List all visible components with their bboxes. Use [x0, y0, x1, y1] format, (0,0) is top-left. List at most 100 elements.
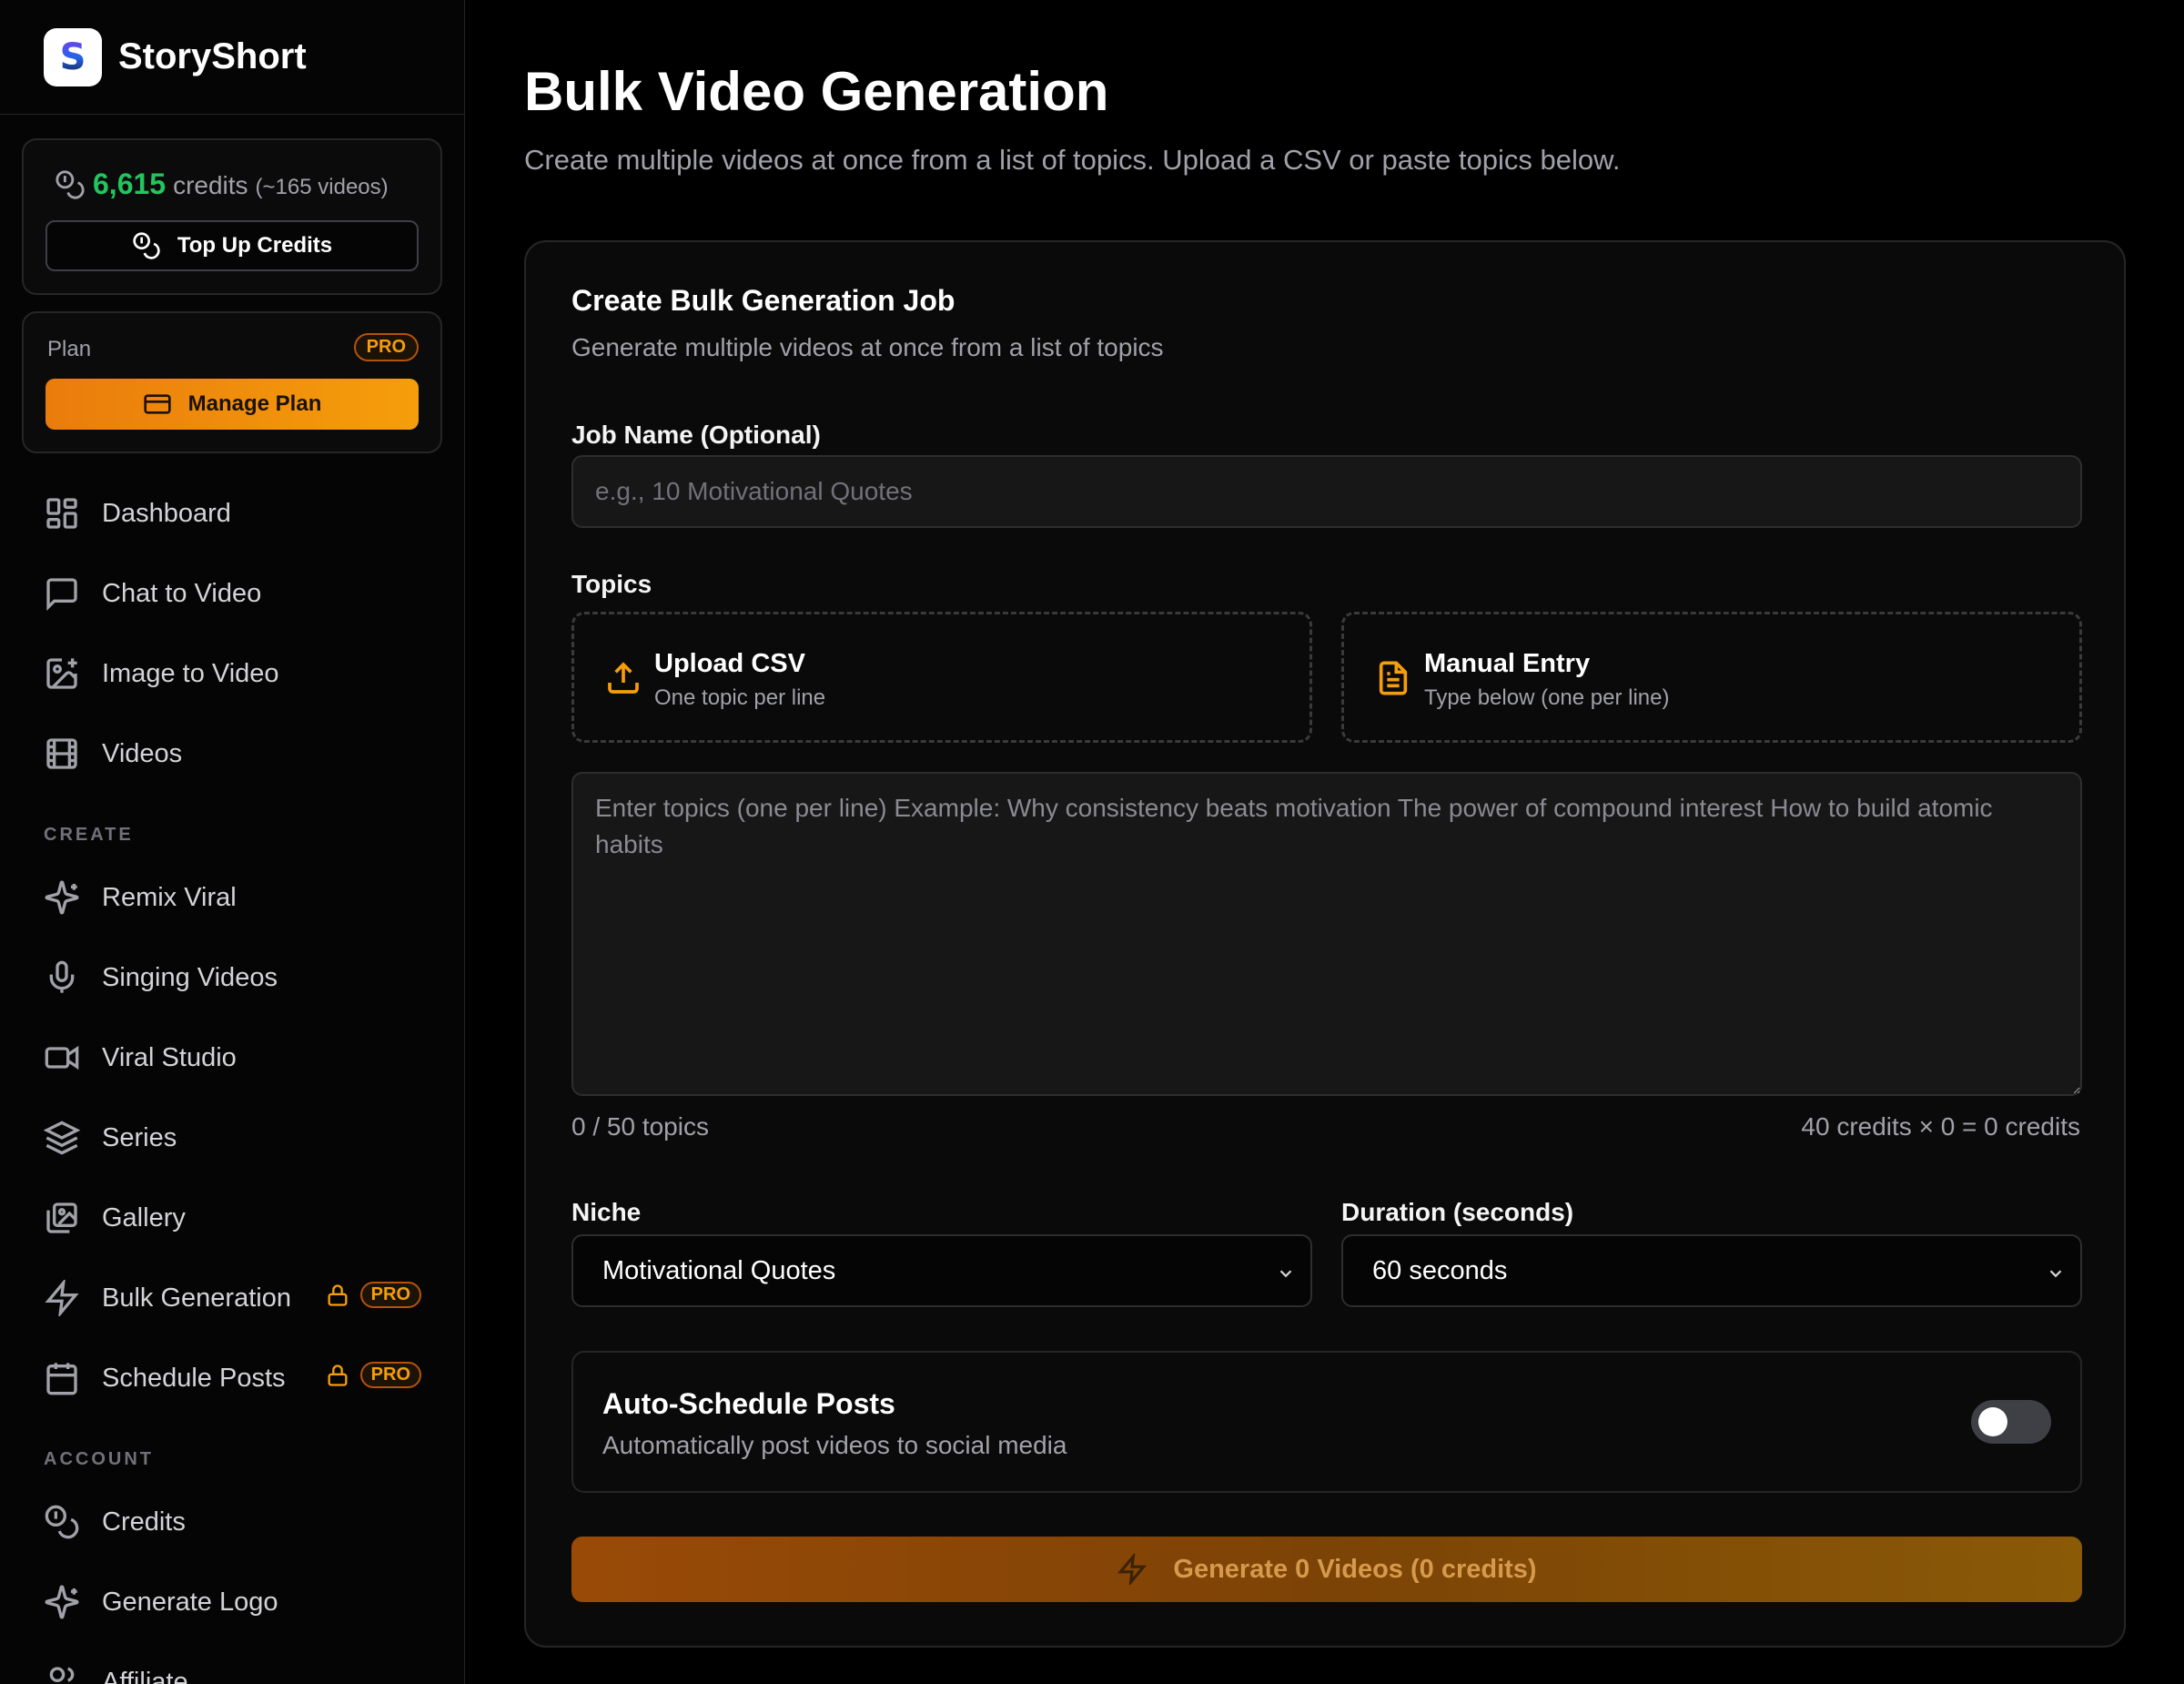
- sidebar-item-bulk-generation[interactable]: Bulk Generation PRO: [0, 1258, 464, 1338]
- coins-icon: [45, 1505, 79, 1539]
- sidebar-item-series[interactable]: Series: [0, 1098, 464, 1178]
- sidebar: S StoryShort 6,615 credits (~165 videos)…: [0, 0, 465, 1684]
- sidebar-item-schedule-posts[interactable]: Schedule Posts PRO: [0, 1338, 464, 1418]
- calendar-icon: [46, 1363, 77, 1395]
- plan-label: Plan: [47, 337, 92, 361]
- job-name-label: Job Name (Optional): [571, 421, 821, 449]
- users-icon: [49, 1667, 75, 1682]
- duration-select[interactable]: 60 seconds: [1341, 1234, 2082, 1307]
- sidebar-item-image-to-video[interactable]: Image to Video: [0, 634, 464, 714]
- sidebar-item-label: Image to Video: [102, 658, 279, 688]
- sidebar-item-label: Videos: [102, 738, 183, 768]
- credit-card-icon: [143, 394, 171, 414]
- sidebar-item-gallery[interactable]: Gallery: [0, 1178, 464, 1258]
- job-name-input[interactable]: [571, 455, 2082, 528]
- lock-icon: [325, 1283, 350, 1315]
- topic-count: 0 / 50 topics: [571, 1112, 709, 1141]
- upload-csv-option[interactable]: Upload CSV One topic per line: [571, 612, 1312, 743]
- generate-videos-button[interactable]: Generate 0 Videos (0 credits): [571, 1537, 2082, 1602]
- sparkles-icon: [45, 880, 79, 915]
- niche-label: Niche: [571, 1198, 642, 1226]
- pro-badge: PRO: [359, 1362, 421, 1388]
- sidebar-item-label: Affiliate: [102, 1667, 188, 1684]
- sidebar-item-label: Dashboard: [102, 498, 231, 528]
- brand[interactable]: S StoryShort: [0, 0, 464, 115]
- sidebar-item-singing-videos[interactable]: Singing Videos: [0, 938, 464, 1018]
- sidebar-item-viral-studio[interactable]: Viral Studio: [0, 1018, 464, 1098]
- panel-title: Create Bulk Generation Job: [571, 284, 956, 317]
- brand-logo-icon: S: [44, 27, 102, 86]
- coins-icon: [133, 232, 160, 259]
- section-label-account: ACCOUNT: [44, 1449, 154, 1469]
- chat-icon: [46, 578, 77, 612]
- credits-amount: 6,615: [93, 167, 167, 200]
- chevron-down-icon: [2049, 1270, 2062, 1278]
- sidebar-item-credits[interactable]: Credits: [0, 1482, 464, 1562]
- lightning-icon: [45, 1280, 79, 1316]
- sidebar-item-label: Bulk Generation: [102, 1283, 291, 1313]
- microphone-icon: [49, 960, 75, 993]
- brand-name: StoryShort: [118, 36, 307, 76]
- sidebar-item-generate-logo[interactable]: Generate Logo: [0, 1562, 464, 1642]
- sidebar-item-remix-viral[interactable]: Remix Viral: [0, 857, 464, 938]
- topics-textarea[interactable]: [571, 772, 2082, 1096]
- auto-schedule-title: Auto-Schedule Posts: [602, 1387, 895, 1420]
- manual-entry-title: Manual Entry: [1424, 649, 1591, 678]
- lock-icon: [325, 1363, 350, 1395]
- sidebar-item-label: Generate Logo: [102, 1587, 278, 1617]
- credits-card: 6,615 credits (~165 videos) Top Up Credi…: [22, 138, 442, 295]
- sidebar-item-label: Credits: [102, 1506, 186, 1537]
- auto-schedule-toggle[interactable]: [1971, 1400, 2051, 1444]
- sidebar-nav: Dashboard Chat to Video Image to Video V…: [0, 473, 464, 1684]
- duration-selected-value: 60 seconds: [1372, 1255, 1508, 1285]
- panel-subtitle: Generate multiple videos at once from a …: [571, 333, 1164, 361]
- page-subtitle: Create multiple videos at once from a li…: [524, 144, 1621, 176]
- manual-entry-option[interactable]: Manual Entry Type below (one per line): [1341, 612, 2082, 743]
- sidebar-item-label: Viral Studio: [102, 1042, 237, 1072]
- layers-icon: [44, 1121, 80, 1155]
- generate-button-label: Generate 0 Videos (0 credits): [1173, 1554, 1537, 1584]
- page-title: Bulk Video Generation: [524, 61, 1109, 122]
- sidebar-item-affiliate[interactable]: Affiliate: [0, 1642, 464, 1684]
- upload-icon: [608, 662, 639, 694]
- sidebar-item-dashboard[interactable]: Dashboard: [0, 473, 464, 553]
- lightning-icon: [1117, 1554, 1148, 1585]
- sidebar-item-label: Chat to Video: [102, 578, 262, 608]
- pro-badge: PRO: [359, 1282, 421, 1308]
- manage-plan-label: Manage Plan: [187, 391, 322, 416]
- main-content: Bulk Video Generation Create multiple vi…: [466, 0, 2184, 1684]
- duration-label: Duration (seconds): [1341, 1198, 1574, 1226]
- credits-word: credits: [173, 171, 248, 199]
- app-root: S StoryShort 6,615 credits (~165 videos)…: [0, 0, 2184, 1684]
- niche-select[interactable]: Motivational Quotes: [571, 1234, 1312, 1307]
- toggle-knob: [1978, 1407, 2007, 1436]
- credits-summary: 6,615 credits (~165 videos): [55, 167, 389, 201]
- credit-calculation: 40 credits × 0 = 0 credits: [1801, 1112, 2080, 1141]
- topics-label: Topics: [571, 570, 652, 598]
- credits-video-estimate: (~165 videos): [255, 175, 389, 199]
- bulk-job-panel: Create Bulk Generation Job Generate mult…: [524, 240, 2126, 1648]
- coins-icon: [56, 169, 85, 199]
- plan-card: Plan PRO Manage Plan: [22, 311, 442, 453]
- sidebar-item-videos[interactable]: Videos: [0, 714, 464, 794]
- top-up-credits-button[interactable]: Top Up Credits: [46, 220, 419, 271]
- images-icon: [46, 1202, 77, 1233]
- upload-csv-subtitle: One topic per line: [654, 685, 826, 710]
- sidebar-item-label: Singing Videos: [102, 962, 278, 992]
- film-icon: [46, 738, 77, 769]
- upload-csv-title: Upload CSV: [654, 649, 805, 678]
- top-up-label: Top Up Credits: [177, 233, 333, 258]
- auto-schedule-section: Auto-Schedule Posts Automatically post v…: [571, 1351, 2082, 1493]
- section-label-create: CREATE: [44, 825, 134, 845]
- document-icon: [1379, 661, 1408, 695]
- manual-entry-subtitle: Type below (one per line): [1424, 685, 1670, 710]
- sparkles-icon: [45, 1585, 79, 1619]
- grid-icon: [46, 498, 77, 529]
- chevron-down-icon: [1279, 1270, 1292, 1278]
- sidebar-item-label: Remix Viral: [102, 882, 237, 912]
- manage-plan-button[interactable]: Manage Plan: [46, 379, 419, 430]
- video-camera-icon: [45, 1045, 79, 1070]
- image-plus-icon: [46, 658, 77, 689]
- sidebar-item-label: Gallery: [102, 1202, 186, 1233]
- sidebar-item-chat-to-video[interactable]: Chat to Video: [0, 553, 464, 634]
